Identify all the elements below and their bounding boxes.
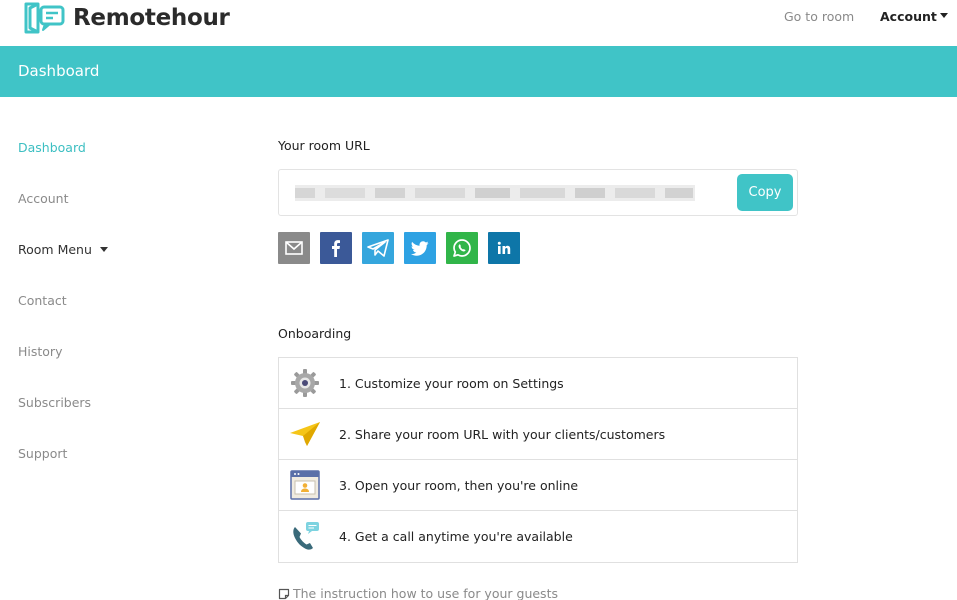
list-item: 2. Share your room URL with your clients… [279, 409, 797, 460]
share-linkedin-button[interactable] [488, 232, 520, 264]
chevron-down-icon [99, 247, 108, 252]
sidebar-item-room-menu[interactable]: Room Menu [18, 240, 218, 291]
twitter-icon [411, 240, 429, 256]
room-url-label: Your room URL [278, 138, 370, 153]
email-icon [285, 241, 303, 255]
step-text: 2. Share your room URL with your clients… [339, 426, 666, 442]
share-telegram-button[interactable] [362, 232, 394, 264]
guest-instruction-text: The instruction how to use for your gues… [293, 586, 558, 600]
share-buttons [278, 232, 798, 264]
sidebar-item-label: Support [18, 446, 68, 461]
step-text: 1. Customize your room on Settings [339, 375, 564, 391]
share-twitter-button[interactable] [404, 232, 436, 264]
blurred-url-text [295, 185, 695, 201]
remotehour-logo-icon [24, 2, 65, 34]
gear-icon [287, 365, 323, 401]
paper-plane-icon [287, 416, 323, 452]
copy-url-button[interactable]: Copy [737, 174, 793, 211]
sidebar-item-support[interactable]: Support [18, 444, 218, 495]
phone-call-icon [287, 519, 323, 555]
sidebar-item-label: Subscribers [18, 395, 92, 410]
list-item: 1. Customize your room on Settings [279, 358, 797, 409]
list-item: 3. Open your room, then you're online [279, 460, 797, 511]
onboarding-steps: 1. Customize your room on Settings 2. Sh… [278, 357, 798, 563]
sidebar-item-label: Account [18, 191, 69, 206]
sidebar-item-label: History [18, 344, 63, 359]
facebook-icon [332, 240, 340, 257]
account-dropdown-label: Account [880, 9, 937, 24]
linkedin-icon [497, 241, 511, 254]
browser-window-icon [287, 467, 323, 503]
note-icon [278, 588, 290, 599]
account-dropdown[interactable]: Account [880, 9, 948, 24]
chevron-down-icon [939, 13, 948, 18]
go-to-room-link[interactable]: Go to room [784, 9, 854, 24]
share-whatsapp-button[interactable] [446, 232, 478, 264]
sidebar-item-label: Contact [18, 293, 67, 308]
onboarding-label: Onboarding [278, 326, 352, 341]
sidebar-item-history[interactable]: History [18, 342, 218, 393]
sidebar-item-subscribers[interactable]: Subscribers [18, 393, 218, 444]
top-navbar: Remotehour Go to room Account [0, 0, 957, 46]
whatsapp-icon [453, 239, 471, 257]
share-facebook-button[interactable] [320, 232, 352, 264]
sidebar-item-contact[interactable]: Contact [18, 291, 218, 342]
sidebar-item-dashboard[interactable]: Dashboard [18, 138, 218, 189]
share-email-button[interactable] [278, 232, 310, 264]
page-header: Dashboard [0, 46, 957, 97]
guest-instruction-link[interactable]: The instruction how to use for your gues… [278, 586, 798, 600]
main-content: Your room URL Copy Onboarding 1. Customi… [278, 138, 798, 600]
step-text: 4. Get a call anytime you're available [339, 529, 573, 544]
telegram-icon [367, 239, 389, 257]
page-title: Dashboard [18, 62, 100, 80]
brand-logo[interactable]: Remotehour [22, 1, 230, 34]
step-text: 3. Open your room, then you're online [339, 477, 579, 493]
sidebar: Dashboard Account Room Menu Contact Hist… [18, 138, 218, 495]
sidebar-item-account[interactable]: Account [18, 189, 218, 240]
sidebar-item-label: Dashboard [18, 140, 86, 155]
room-url-field[interactable]: Copy [278, 169, 798, 216]
sidebar-item-label: Room Menu [18, 242, 92, 257]
list-item: 4. Get a call anytime you're available [279, 511, 797, 562]
brand-name: Remotehour [73, 4, 230, 31]
